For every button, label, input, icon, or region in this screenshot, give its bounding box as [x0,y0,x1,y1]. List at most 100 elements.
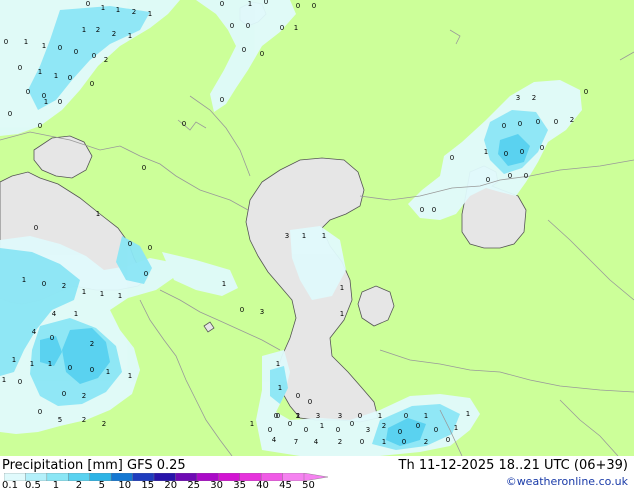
precip-value-label: 4 [52,310,57,318]
precip-value-label: 0 [536,118,540,126]
legend-label: 45 [279,480,292,491]
precip-value-label: 1 [320,422,324,430]
precip-value-label: 0 [86,0,90,8]
precip-value-label: 0 [240,306,244,314]
precip-value-label: 0 [260,50,264,58]
precip-value-label: 2 [82,416,86,424]
precip-value-label: 0 [296,2,300,10]
precip-value-label: 2 [132,8,136,16]
precip-value-label: 0 [18,64,22,72]
precip-value-label: 1 [322,232,326,240]
map-footer: Precipitation [mm] GFS 0.25 Th 11-12-202… [0,456,634,491]
precip-value-label: 0 [508,172,512,180]
precip-value-label: 0 [128,240,132,248]
precip-value-label: 0 [432,206,436,214]
precip-value-label: 0 [26,88,30,96]
precip-value-label: 4 [32,328,37,336]
precip-value-label: 2 [424,438,428,446]
precip-value-label: 0 [142,164,146,172]
precip-value-label: 1 [82,26,86,34]
precip-value-label: 0 [524,172,528,180]
precip-value-label: 2 [82,392,86,400]
valid-time: Th 11-12-2025 18..21 UTC (06+39) [398,458,629,473]
precip-value-label: 0 [144,270,148,278]
precip-value-label: 1 [38,68,42,76]
precip-value-label: 0 [504,150,508,158]
precip-value-label: 0 [358,412,362,420]
precip-value-label: 0 [62,390,66,398]
precip-value-label: 0 [336,426,340,434]
precip-value-label: 1 [22,276,26,284]
precip-value-label: 0 [434,426,438,434]
precip-value-label: 0 [280,24,284,32]
legend-label: 0.1 [2,480,18,491]
precip-value-label: 2 [96,26,100,34]
precip-value-label: 0 [90,366,94,374]
precip-value-label: 0 [58,44,62,52]
precip-value-label: 1 [340,310,344,318]
precip-value-label: 0 [8,110,12,118]
precip-value-label: 1 [454,424,458,432]
precip-value-label: 0 [404,412,408,420]
precip-value-label: 1 [42,42,46,50]
precip-value-label: 0 [220,0,224,8]
map-title: Precipitation [mm] GFS 0.25 [2,458,186,473]
precip-value-label: 1 [340,284,344,292]
precip-value-label: 3 [285,232,289,240]
legend-label: 2 [75,480,83,491]
precip-value-label: 1 [128,372,132,380]
precip-value-label: 1 [12,356,16,364]
precip-value-label: 0 [38,408,42,416]
precip-value-label: 3 [366,426,370,434]
precip-value-label: 0 [246,22,250,30]
precip-value-label: 2 [296,412,300,420]
precip-value-label: 2 [570,116,574,124]
legend-label: 50 [302,480,315,491]
precip-value-label: 1 [2,376,6,384]
legend-label: 15 [141,480,155,491]
credit-link[interactable]: ©weatheronline.co.uk [506,475,628,488]
precip-value-label: 0 [230,22,234,30]
precip-value-label: 1 [48,360,52,368]
precip-value-label: 1 [96,210,100,218]
precip-value-label: 2 [338,438,342,446]
precip-value-label: 4 [314,438,319,446]
legend-label: 10 [118,480,132,491]
precip-value-label: 0 [58,98,62,106]
precip-value-label: 2 [112,30,116,38]
precip-value-label: 0 [148,244,152,252]
precip-value-label: 1 [382,438,386,446]
precip-value-label: 0 [304,426,308,434]
precip-value-label: 0 [264,0,268,6]
precip-value-label: 1 [101,4,105,12]
legend-label: 25 [187,480,201,491]
precip-value-label: 0 [182,120,186,128]
precip-value-label: 1 [30,360,34,368]
precip-value-label: 0 [18,378,22,386]
precipitation-map: 0112112210110002011000010000010000010000… [0,0,634,456]
precip-value-label: 2 [104,56,108,64]
precip-value-label: 0 [92,52,96,60]
precip-value-label: 1 [378,412,382,420]
precip-value-label: 1 [100,290,104,298]
precip-value-label: 1 [250,420,254,428]
legend-label: 35 [233,480,246,491]
precip-value-label: 1 [424,412,428,420]
precip-value-label: 1 [222,280,226,288]
precip-value-label: 0 [398,428,402,436]
precip-value-label: 0 [502,122,506,130]
precip-value-label: 0 [584,88,588,96]
precip-value-label: 1 [148,10,152,18]
precip-value-label: 2 [62,282,66,290]
precip-value-label: 0 [242,46,246,54]
precip-value-label: 3 [260,308,264,316]
precip-value-label: 2 [102,420,106,428]
precip-value-label: 7 [294,438,298,446]
precip-value-label: 0 [308,398,312,406]
precip-value-label: 0 [360,438,364,446]
precip-value-label: 1 [248,0,252,8]
precip-value-label: 4 [272,436,277,444]
precip-value-label: 0 [518,120,522,128]
precip-value-label: 0 [288,420,292,428]
precip-value-label: 1 [74,310,78,318]
